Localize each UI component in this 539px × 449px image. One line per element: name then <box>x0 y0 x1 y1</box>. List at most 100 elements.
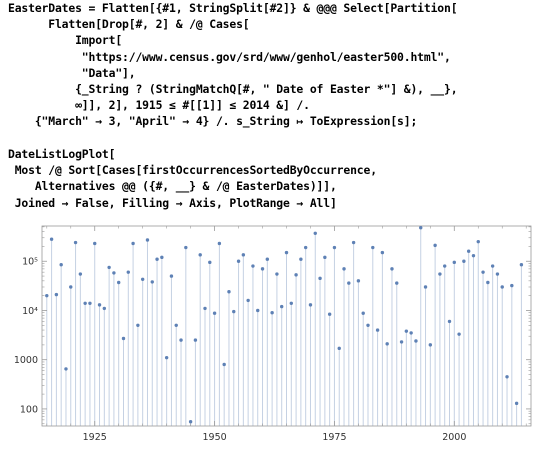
code-line: Import[ <box>8 33 123 48</box>
data-point <box>371 245 375 250</box>
code-line: Most /@ Sort[Cases[firstOccurrencesSorte… <box>8 163 377 178</box>
data-point <box>404 329 409 333</box>
data-point <box>188 420 193 424</box>
data-point <box>203 306 207 311</box>
data-point <box>318 276 322 281</box>
data-point <box>323 255 327 260</box>
code-line: Flatten[Drop[#, 2] & /@ Cases[ <box>8 17 250 32</box>
data-point <box>471 253 476 258</box>
code-line: DateListLogPlot[ <box>8 147 116 161</box>
data-point <box>313 231 317 235</box>
data-point <box>519 263 524 267</box>
data-point <box>256 308 260 313</box>
input-cell-easter-dates[interactable]: EasterDates = Flatten[{#1, StringSplit[#… <box>8 0 458 130</box>
y-tick-label: 100 <box>20 404 38 415</box>
data-point <box>208 260 212 265</box>
data-point <box>481 270 485 274</box>
data-point <box>294 273 298 277</box>
data-point <box>308 303 313 307</box>
y-tick-label: 10⁵ <box>22 257 38 268</box>
data-point <box>97 303 102 307</box>
data-point <box>289 301 293 305</box>
data-point <box>351 240 356 245</box>
data-point <box>150 280 154 284</box>
code-line: "https://www.census.gov/srd/www/genhol/e… <box>8 49 451 64</box>
data-point <box>45 293 49 298</box>
data-point <box>342 267 346 271</box>
data-point <box>337 346 341 351</box>
data-point <box>49 237 54 241</box>
data-point <box>121 336 126 341</box>
data-point <box>174 323 178 327</box>
code-line: EasterDates = Flatten[{#1, StringSplit[#… <box>8 1 458 15</box>
data-point <box>490 264 495 268</box>
input-cell-date-list-log-plot[interactable]: DateListLogPlot[ Most /@ Sort[Cases[firs… <box>8 146 377 211</box>
x-tick-label: 1925 <box>83 432 107 443</box>
y-tick-label: 10⁴ <box>22 306 38 317</box>
data-point <box>280 304 284 309</box>
data-point <box>332 245 337 250</box>
code-line: Alternatives @@ ({#, __} & /@ EasterDate… <box>8 179 337 194</box>
data-point <box>419 226 423 230</box>
x-tick-label: 2000 <box>442 432 466 443</box>
data-point <box>260 267 265 271</box>
data-point <box>160 255 164 260</box>
data-point <box>179 338 183 342</box>
data-point <box>303 245 308 250</box>
data-point <box>107 265 111 270</box>
data-point <box>299 257 303 261</box>
data-points <box>45 226 524 424</box>
code-line: {"March" → 3, "April" → 4} /. s_String ↦… <box>8 114 418 129</box>
data-point <box>447 319 452 324</box>
data-point <box>59 263 63 267</box>
code-line: Joined → False, Filling → Axis, PlotRang… <box>8 195 337 210</box>
data-point <box>164 355 169 360</box>
data-point <box>356 279 361 283</box>
data-point <box>284 250 289 255</box>
data-point <box>140 277 145 281</box>
output-date-list-log-plot: 100 1000 10⁴ 10⁵ 1925 1950 1975 2000 <box>14 225 532 443</box>
data-point <box>69 285 73 289</box>
data-point <box>423 285 428 289</box>
data-point <box>433 243 437 248</box>
code-line: ∞]], 2], 1915 ≤ #[[1]] ≤ 2014 &] /. <box>8 98 310 113</box>
data-point <box>193 338 198 342</box>
data-point <box>241 253 246 257</box>
data-point <box>265 257 270 261</box>
data-point <box>452 260 456 265</box>
filling-lines <box>46 227 522 426</box>
data-point <box>251 264 255 268</box>
data-point <box>438 272 442 276</box>
data-point <box>486 280 490 285</box>
data-point <box>395 281 399 285</box>
data-point <box>270 311 274 315</box>
data-point <box>136 323 140 327</box>
data-point <box>514 401 519 406</box>
x-tick-label: 1975 <box>322 432 346 443</box>
data-point <box>510 283 514 288</box>
data-point <box>222 362 226 367</box>
data-point <box>466 249 471 253</box>
y-tick-label: 1000 <box>14 355 38 366</box>
data-point <box>93 241 97 246</box>
code-line: "Data"], <box>8 65 136 80</box>
data-point <box>347 281 351 285</box>
data-point <box>212 311 217 315</box>
data-point <box>246 298 250 303</box>
data-point <box>169 274 174 278</box>
data-point <box>73 240 78 245</box>
data-point <box>462 259 466 263</box>
data-point <box>414 339 418 343</box>
data-point <box>78 272 83 276</box>
data-point <box>399 340 404 344</box>
data-point <box>145 238 150 242</box>
data-point <box>54 292 59 297</box>
data-point <box>385 342 389 346</box>
notebook: EasterDates = Flatten[{#1, StringSplit[#… <box>0 0 539 449</box>
data-point <box>155 257 159 261</box>
data-point <box>375 328 380 332</box>
data-point <box>275 272 279 276</box>
data-point <box>500 285 504 289</box>
data-point <box>505 375 509 379</box>
data-point <box>409 331 413 335</box>
